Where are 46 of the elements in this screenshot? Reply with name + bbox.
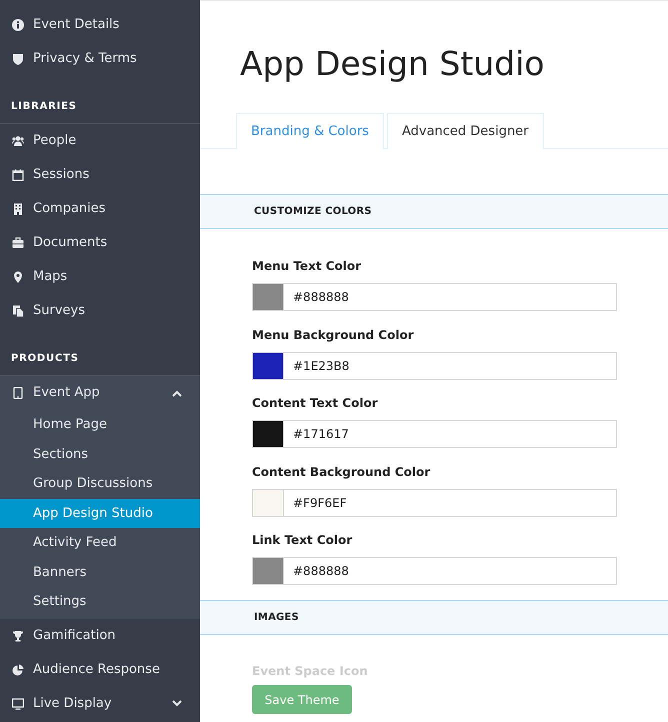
- monitor-icon: [12, 698, 24, 710]
- shield-icon: [12, 53, 24, 65]
- color-field[interactable]: #171617: [252, 420, 617, 448]
- color-field[interactable]: #888888: [252, 557, 617, 585]
- pie-chart-icon: [12, 664, 24, 676]
- sidebar-item[interactable]: Surveys: [0, 294, 200, 328]
- calendar-icon: [12, 169, 24, 181]
- page-title: App Design Studio: [240, 43, 544, 85]
- sidebar-subitem[interactable]: Group Discussions: [0, 469, 200, 498]
- documents-icon: [12, 305, 24, 317]
- section-heading: IMAGES: [254, 610, 299, 624]
- color-field[interactable]: #F9F6EF: [252, 488, 617, 516]
- sidebar-item[interactable]: People: [0, 124, 200, 158]
- sidebar-item[interactable]: Documents: [0, 226, 200, 260]
- tab[interactable]: Advanced Designer: [386, 113, 544, 149]
- sidebar-item[interactable]: Maps: [0, 260, 200, 294]
- color-field[interactable]: #888888: [252, 283, 617, 311]
- sidebar-item[interactable]: Event App: [0, 376, 200, 410]
- sidebar-subitem[interactable]: Settings: [0, 587, 200, 616]
- sidebar-subitem[interactable]: Home Page: [0, 410, 200, 440]
- sidebar-item[interactable]: Gamification: [0, 618, 200, 652]
- briefcase-icon: [12, 237, 24, 249]
- sidebar-item[interactable]: Event Details: [0, 8, 200, 42]
- color-field[interactable]: #1E23B8: [252, 352, 617, 380]
- sidebar-item[interactable]: Companies: [0, 192, 200, 226]
- sidebar-item[interactable]: Live Display: [0, 686, 200, 720]
- section-heading: LIBRARIES: [11, 100, 77, 114]
- section-heading: PRODUCTS: [11, 352, 79, 366]
- field-label: Content Background Color: [252, 464, 432, 481]
- sidebar-item[interactable]: Privacy & Terms: [0, 42, 200, 76]
- building-icon: [12, 203, 24, 215]
- sidebar-subitem[interactable]: Banners: [0, 558, 200, 587]
- sidebar-item[interactable]: Sessions: [0, 158, 200, 192]
- field-label: Content Text Color: [252, 395, 379, 412]
- field-label: Menu Background Color: [252, 326, 415, 344]
- field-label: Menu Text Color: [252, 258, 362, 275]
- tablet-icon: [12, 387, 24, 399]
- map-pin-icon: [12, 271, 24, 283]
- sidebar-subitem[interactable]: Activity Feed: [0, 528, 200, 558]
- people-icon: [12, 135, 24, 147]
- section-heading: CUSTOMIZE COLORS: [254, 205, 372, 219]
- sidebar-item[interactable]: Audience Response: [0, 652, 200, 686]
- sidebar-subitem[interactable]: Sections: [0, 440, 200, 469]
- field-label: Link Text Color: [252, 532, 354, 549]
- trophy-icon: [12, 630, 24, 642]
- info-icon: [12, 19, 24, 31]
